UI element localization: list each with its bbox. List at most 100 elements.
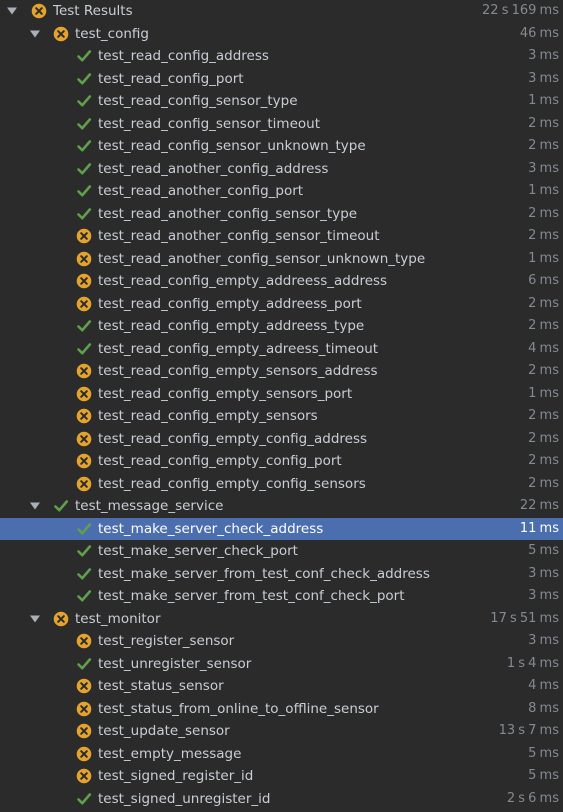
test-name: test_read_config_sensor_type	[98, 93, 298, 109]
test-row[interactable]: test_read_config_empty_sensors 2 ms	[0, 405, 563, 428]
test-row[interactable]: test_empty_message 5 ms	[0, 743, 563, 766]
test-name: test_make_server_check_port	[98, 543, 298, 559]
chevron-down-icon[interactable]	[29, 23, 41, 46]
test-row[interactable]: test_read_config_empty_adreess_timeout 4 …	[0, 338, 563, 361]
checkmark-icon	[76, 341, 92, 357]
failed-icon	[76, 701, 92, 717]
test-duration: 1 s 4 ms	[506, 655, 559, 671]
test-name: test_read_config_empty_sensors	[98, 408, 318, 424]
test-row[interactable]: test_read_config_empty_addreess_type 2 ms	[0, 315, 563, 338]
test-duration: 1 ms	[528, 183, 559, 198]
test-duration: 5 ms	[528, 543, 559, 558]
test-name: test_read_config_empty_addreess_port	[98, 295, 362, 312]
test-name: test_signed_unregister_id	[98, 790, 271, 807]
test-duration: 2 ms	[528, 363, 559, 378]
test-duration: 2 ms	[528, 408, 559, 423]
test-duration: 2 ms	[528, 115, 559, 131]
checkmark-icon	[76, 791, 92, 807]
failed-icon	[76, 251, 92, 267]
test-name: test_status_sensor	[98, 678, 224, 694]
test-row[interactable]: test_read_config_port 3 ms	[0, 68, 563, 91]
test-duration: 3 ms	[528, 48, 559, 63]
test-name: test_read_config_empty_addreess_type	[98, 318, 365, 334]
checkmark-icon	[53, 498, 69, 514]
suite-row-test-monitor[interactable]: test_monitor 17 s 51 ms	[0, 608, 563, 631]
test-duration: 22 s 169 ms	[482, 3, 559, 18]
test-name: test_config	[75, 25, 149, 42]
test-duration: 4 ms	[528, 340, 559, 356]
test-row[interactable]: test_read_config_empty_addreess_address 6…	[0, 270, 563, 293]
test-duration: 2 s 6 ms	[506, 790, 559, 806]
checkmark-icon	[76, 656, 92, 672]
chevron-down-icon[interactable]	[29, 608, 41, 631]
failed-icon	[31, 3, 47, 19]
failed-icon	[76, 678, 92, 694]
test-row[interactable]: test_signed_unregister_id 2 s 6 ms	[0, 788, 563, 811]
test-name: test_status_from_online_to_offline_senso…	[98, 700, 379, 717]
test-duration: 1 ms	[528, 385, 559, 401]
test-duration: 13 s 7 ms	[498, 723, 559, 738]
test-row[interactable]: test_register_sensor 3 ms	[0, 630, 563, 653]
test-row[interactable]: test_read_another_config_port 1 ms	[0, 180, 563, 203]
test-duration: 46 ms	[519, 25, 559, 41]
test-row[interactable]: test_read_config_address 3 ms	[0, 45, 563, 68]
test-duration: 2 ms	[528, 228, 559, 243]
test-row[interactable]: test_read_config_empty_sensors_port 1 ms	[0, 383, 563, 406]
test-row[interactable]: test_read_config_empty_addreess_port 2 ms	[0, 293, 563, 316]
test-row[interactable]: test_update_sensor 13 s 7 ms	[0, 720, 563, 743]
test-row[interactable]: test_read_config_sensor_timeout 2 ms	[0, 113, 563, 136]
test-name: test_make_server_from_test_conf_check_ad…	[98, 565, 430, 582]
test-row[interactable]: test_unregister_sensor 1 s 4 ms	[0, 653, 563, 676]
test-row[interactable]: test_read_config_sensor_unknown_type 2 ms	[0, 135, 563, 158]
test-row[interactable]: test_read_config_empty_sensors_address 2 …	[0, 360, 563, 383]
test-row[interactable]: test_make_server_from_test_conf_check_ad…	[0, 563, 563, 586]
test-name: test_read_config_empty_sensors_port	[98, 385, 353, 402]
test-row[interactable]: test_signed_register_id 5 ms	[0, 765, 563, 788]
failed-icon	[76, 431, 92, 447]
test-name: test_read_config_empty_sensors_address	[98, 363, 378, 379]
checkmark-icon	[76, 206, 92, 222]
test-row[interactable]: test_status_sensor 4 ms	[0, 675, 563, 698]
test-row[interactable]: test_read_config_empty_config_port 2 ms	[0, 450, 563, 473]
test-row[interactable]: test_read_another_config_sensor_type 2 ms	[0, 203, 563, 226]
suite-row-test-config[interactable]: test_config 46 ms	[0, 23, 563, 46]
test-row[interactable]: test_make_server_from_test_conf_check_po…	[0, 585, 563, 608]
test-row[interactable]: test_read_config_empty_config_sensors 2 m…	[0, 473, 563, 496]
chevron-down-icon[interactable]	[6, 0, 18, 23]
test-duration: 5 ms	[528, 745, 559, 761]
test-row[interactable]: test_read_another_config_sensor_timeout 2…	[0, 225, 563, 248]
test-row[interactable]: test_status_from_online_to_offline_senso…	[0, 698, 563, 721]
checkmark-icon	[76, 588, 92, 604]
failed-icon	[76, 476, 92, 492]
failed-icon	[76, 408, 92, 424]
test-duration: 2 ms	[528, 430, 559, 446]
test-name: test_signed_register_id	[98, 768, 254, 784]
failed-icon	[76, 453, 92, 469]
test-name: test_read_another_config_sensor_type	[98, 205, 358, 222]
test-name: Test Results	[53, 3, 133, 19]
checkmark-icon	[76, 116, 92, 132]
checkmark-icon	[76, 71, 92, 87]
failed-icon	[53, 26, 69, 42]
test-row[interactable]: test_read_another_config_address 3 ms	[0, 158, 563, 181]
test-duration: 3 ms	[528, 160, 559, 176]
test-duration: 2 ms	[528, 295, 559, 311]
test-name: test_empty_message	[98, 745, 242, 762]
test-row[interactable]: test_read_config_sensor_type 1 ms	[0, 90, 563, 113]
test-row[interactable]: test_make_server_check_address 11 ms	[0, 517, 563, 540]
test-row[interactable]: test_read_another_config_sensor_unknown_…	[0, 248, 563, 271]
test-duration: 3 ms	[528, 588, 559, 603]
checkmark-icon	[76, 93, 92, 109]
test-duration: 2 ms	[528, 453, 559, 468]
suite-row-test-message-service[interactable]: test_message_service 22 ms	[0, 495, 563, 518]
chevron-down-icon[interactable]	[29, 495, 41, 518]
tree-root-test-results[interactable]: Test Results 22 s 169 ms	[0, 0, 563, 23]
failed-icon	[76, 363, 92, 379]
test-name: test_read_config_empty_config_address	[98, 430, 368, 447]
test-name: test_read_config_port	[98, 70, 244, 87]
test-name: test_read_another_config_sensor_timeout	[98, 228, 380, 244]
test-name: test_message_service	[75, 498, 224, 514]
test-row[interactable]: test_make_server_check_port 5 ms	[0, 540, 563, 563]
test-name: test_read_config_empty_config_sensors	[98, 475, 366, 492]
test-row[interactable]: test_read_config_empty_config_address 2 m…	[0, 428, 563, 451]
